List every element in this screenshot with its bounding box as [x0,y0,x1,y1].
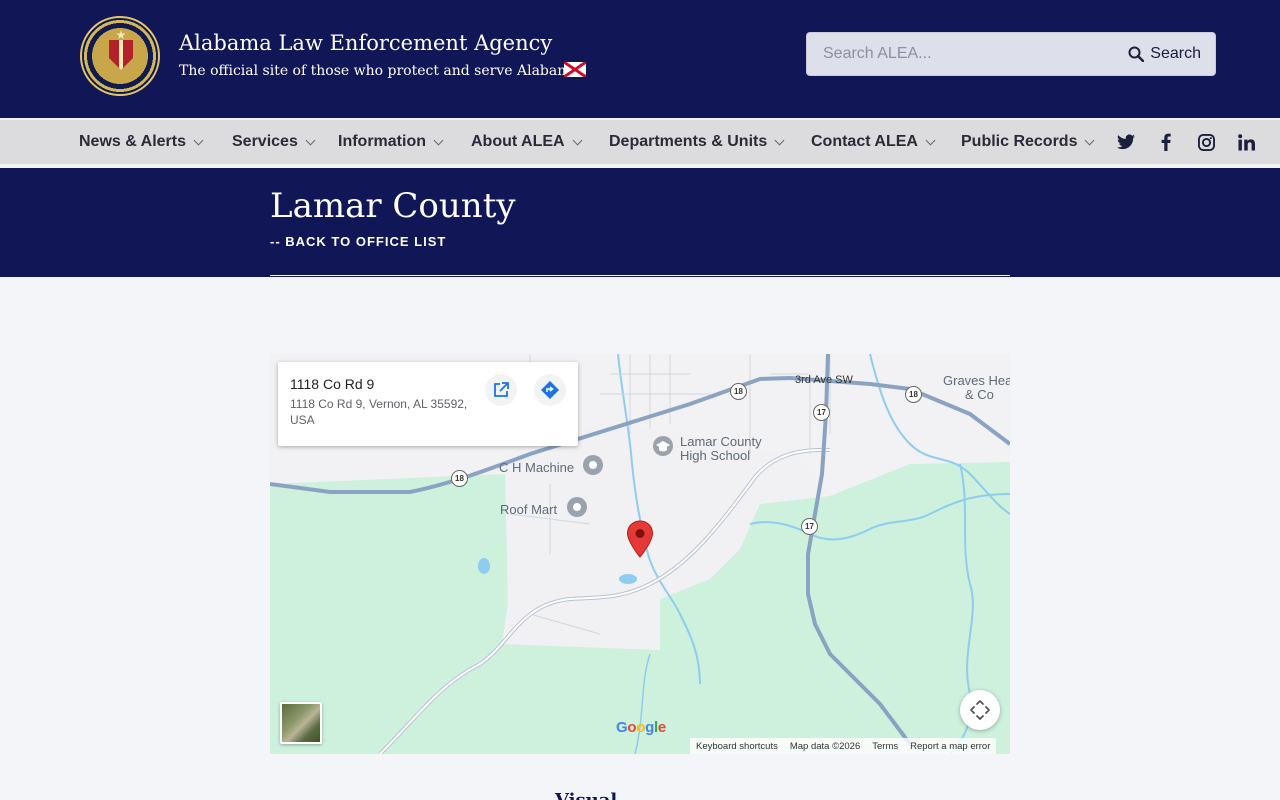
place-address: 1118 Co Rd 9, Vernon, AL 35592, USA [290,397,468,427]
back-to-office-list-link[interactable]: -- BACK TO OFFICE LIST [270,234,446,249]
school-icon[interactable] [652,435,674,459]
instagram-icon[interactable] [1195,131,1217,153]
nav-item-public-records[interactable]: Public Records [961,131,1095,153]
poi-pin-icon[interactable] [566,496,588,520]
route-18-shield: 18 [451,470,468,487]
google-logo: Google [616,719,666,736]
search-icon [1128,46,1145,62]
road-label-3rd-ave: 3rd Ave SW [795,374,853,386]
section-heading-partial: Visual [555,790,617,800]
search-bar: Search [806,32,1216,76]
page-banner [0,168,1280,277]
chevron-down-icon [1085,139,1095,145]
chevron-down-icon [775,139,785,145]
directions-icon [541,381,559,399]
page-title: Lamar County [270,186,516,226]
nav-label: Departments & Units [609,133,768,150]
site-subtitle: The official site of those who protect a… [179,63,579,79]
open-in-maps-button[interactable] [485,374,517,406]
nav-item-departments-units[interactable]: Departments & Units [609,131,785,153]
nav-item-services[interactable]: Services [232,131,316,153]
seal-shield-icon [109,40,133,70]
nav-label: About ALEA [471,133,565,150]
location-marker-icon[interactable] [626,520,654,558]
nav-item-news-alerts[interactable]: News & Alerts [79,131,204,153]
search-button[interactable]: Search [1128,33,1201,75]
chevron-down-icon [434,139,444,145]
route-17-shield: 17 [801,518,818,535]
google-map[interactable]: 18 18 18 17 17 3rd Ave SW C H Machine Ro… [270,354,1010,754]
search-button-label: Search [1150,45,1201,62]
site-title[interactable]: Alabama Law Enforcement Agency [179,31,552,55]
poi-label-ch-machine[interactable]: C H Machine [499,460,574,475]
nav-label: Public Records [961,133,1078,150]
poi-label-roof-mart[interactable]: Roof Mart [500,502,557,517]
poi-label-graves-line1[interactable]: Graves Hea [943,373,1010,388]
directions-button[interactable] [534,374,566,406]
poi-label-graves-line2[interactable]: & Co [965,387,994,402]
external-link-icon [494,382,509,397]
map-attribution: Keyboard shortcuts Map data ©2026 Terms … [690,738,997,754]
move-arrows-icon [970,700,990,720]
route-18-shield: 18 [730,383,747,400]
poi-label-school-line2[interactable]: High School [680,448,750,463]
nav-label: Contact ALEA [811,133,918,150]
banner-divider [270,275,1010,276]
route-17-shield: 17 [813,404,830,421]
poi-label-school-line1[interactable]: Lamar County [680,434,762,449]
nav-label: Information [338,133,426,150]
terms-link[interactable]: Terms [872,741,898,752]
map-camera-control-button[interactable] [960,690,1000,730]
alabama-flag-icon [564,62,586,77]
route-18-shield: 18 [905,386,922,403]
place-info-card: 1118 Co Rd 9 1118 Co Rd 9, Vernon, AL 35… [278,362,578,446]
nav-item-information[interactable]: Information [338,131,444,153]
linkedin-icon[interactable] [1235,131,1257,153]
chevron-down-icon [306,139,316,145]
seal-star-icon [116,30,126,40]
chevron-down-icon [573,139,583,145]
chevron-down-icon [926,139,936,145]
nav-item-contact-alea[interactable]: Contact ALEA [811,131,936,153]
report-map-error-link[interactable]: Report a map error [910,741,990,752]
nav-item-about-alea[interactable]: About ALEA [471,131,583,153]
place-name: 1118 Co Rd 9 [290,376,375,392]
map-data-text: Map data ©2026 [789,740,861,752]
keyboard-shortcuts-link[interactable]: Keyboard shortcuts [696,741,778,752]
satellite-toggle-thumbnail[interactable] [280,702,322,744]
search-input[interactable] [807,33,1107,75]
chevron-down-icon [194,139,204,145]
twitter-icon[interactable] [1115,131,1137,153]
nav-label: Services [232,133,298,150]
alea-seal-logo[interactable] [80,16,160,96]
facebook-icon[interactable] [1155,131,1177,153]
nav-label: News & Alerts [79,133,186,150]
poi-pin-icon[interactable] [582,454,604,478]
